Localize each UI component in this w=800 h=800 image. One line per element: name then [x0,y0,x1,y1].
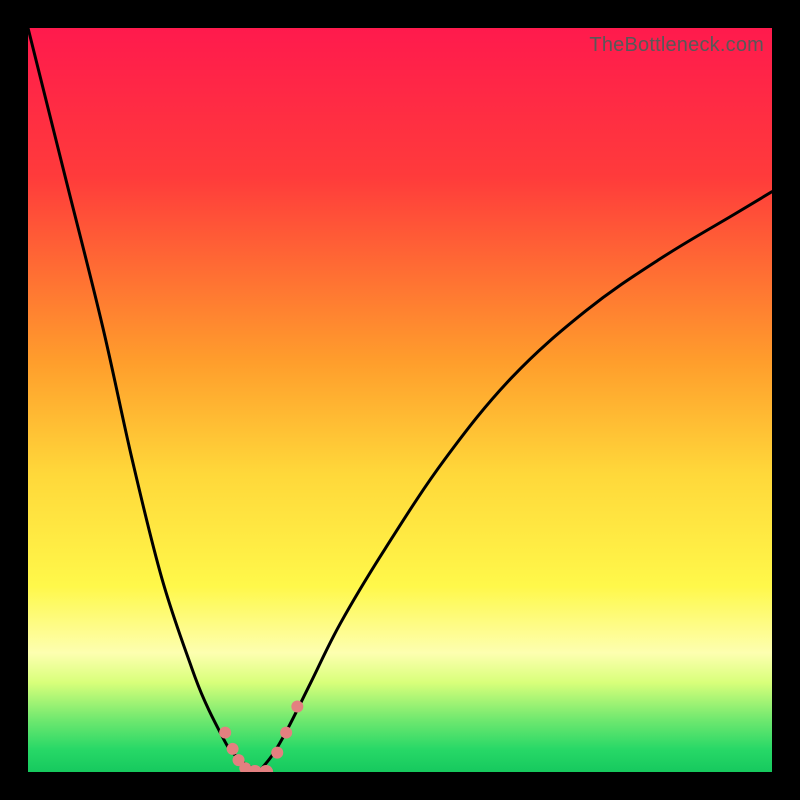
marker-dot [219,727,231,739]
marker-dot [280,727,292,739]
marker-dot [227,743,239,755]
gradient-background [28,28,772,772]
plot-area: TheBottleneck.com [28,28,772,772]
marker-dot [291,701,303,713]
chart-svg [28,28,772,772]
chart-frame: TheBottleneck.com [0,0,800,800]
watermark-label: TheBottleneck.com [589,34,764,57]
marker-dot [271,747,283,759]
